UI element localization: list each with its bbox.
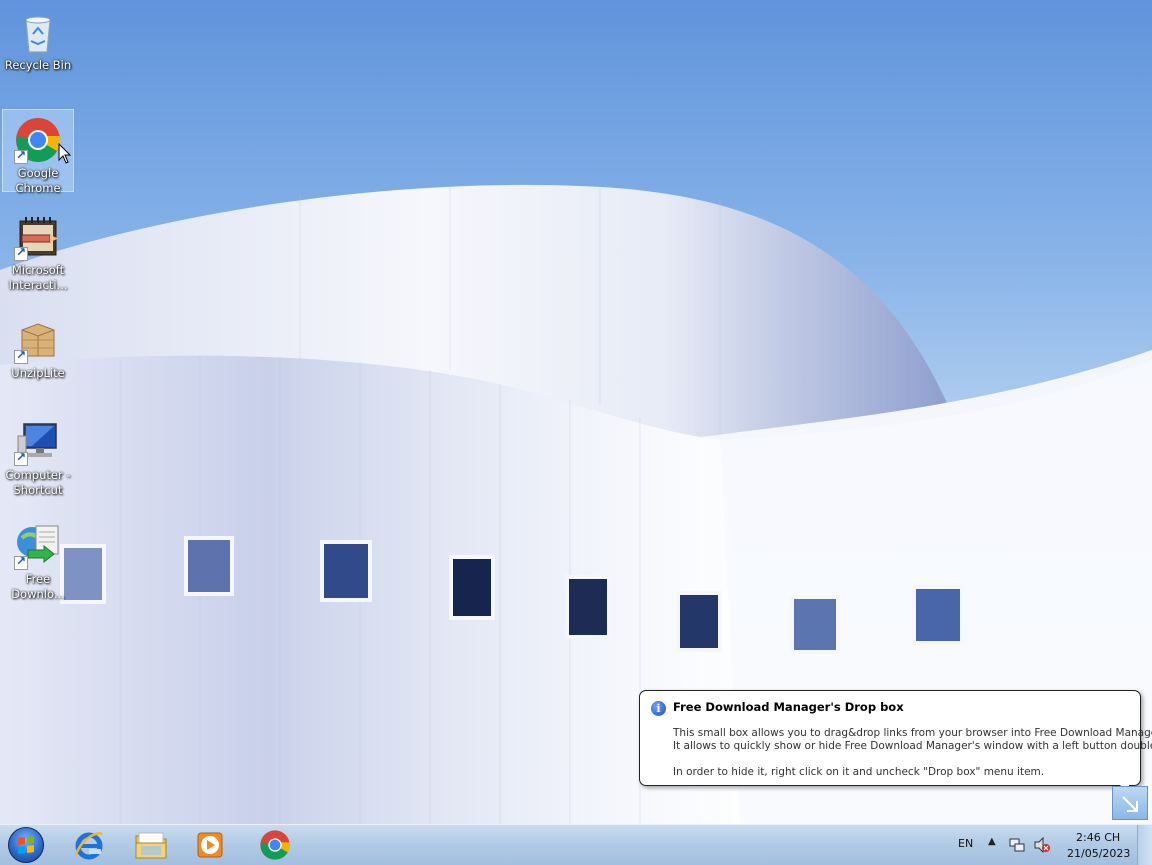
shortcut-arrow-icon <box>14 450 28 466</box>
microsoft-interactive-icon-item[interactable]: Microsoft Interacti... <box>2 207 74 293</box>
drop-box-widget[interactable] <box>1112 786 1148 820</box>
notification-line-3: In order to hide it, right click on it a… <box>673 766 1045 778</box>
unziplite-icon-item[interactable]: UnzipLite <box>2 310 74 381</box>
shortcut-arrow-icon <box>14 554 28 570</box>
folder-icon <box>135 832 167 859</box>
drop-box-arrow-icon <box>1122 796 1138 812</box>
computer-shortcut-icon-item[interactable]: Computer - Shortcut <box>2 412 74 498</box>
recycle-bin-icon <box>14 8 62 56</box>
computer-icon <box>14 418 62 466</box>
notification-line-1: This small box allows you to drag&drop l… <box>673 727 1152 739</box>
shortcut-arrow-icon <box>14 348 28 364</box>
media-player-icon <box>197 832 223 858</box>
computer-shortcut-label: Computer - Shortcut <box>5 468 71 497</box>
notification-line-2: It allows to quickly show or hide Free D… <box>673 740 1152 752</box>
mouse-cursor-icon <box>58 143 72 164</box>
info-icon: i <box>651 701 666 716</box>
google-chrome-label: Google Chrome <box>15 166 61 195</box>
chrome-icon <box>260 830 290 860</box>
box-icon <box>14 316 62 364</box>
recycle-bin-icon-item[interactable]: Recycle Bin <box>2 2 74 73</box>
clock-time[interactable]: 2:46 CH <box>1076 831 1120 844</box>
start-button[interactable] <box>2 827 50 863</box>
recycle-bin-label: Recycle Bin <box>4 58 72 72</box>
system-tray: EN ▲ 2:46 CH 21/05/2023 <box>940 825 1152 865</box>
shortcut-arrow-icon <box>14 245 28 261</box>
taskbar-google-chrome[interactable] <box>248 827 302 863</box>
microsoft-interactive-label: Microsoft Interacti... <box>8 263 68 292</box>
windows-logo-icon <box>8 827 44 863</box>
free-download-manager-label: Free Downlo... <box>11 572 65 601</box>
download-manager-icon <box>14 522 62 570</box>
notebook-icon <box>14 213 62 261</box>
speaker-muted-icon[interactable] <box>1033 837 1051 853</box>
language-indicator[interactable]: EN <box>958 837 973 850</box>
free-download-manager-icon-item[interactable]: Free Downlo... <box>2 516 74 602</box>
drop-box-notification[interactable]: i Free Download Manager's Drop box This … <box>639 690 1152 786</box>
desktop[interactable]: Recycle Bin Google Chrome <box>0 0 1152 824</box>
clock-date[interactable]: 21/05/2023 <box>1067 847 1130 860</box>
taskbar-internet-explorer[interactable] <box>62 827 116 863</box>
internet-explorer-icon <box>74 832 103 860</box>
taskbar-windows-explorer[interactable] <box>124 827 178 863</box>
network-icon[interactable] <box>1009 837 1025 853</box>
close-icon[interactable] <box>1119 696 1133 710</box>
taskbar: EN ▲ 2:46 CH 21/05/2023 <box>0 824 1152 865</box>
taskbar-media-player[interactable] <box>183 827 237 863</box>
show-desktop-button[interactable] <box>1137 825 1152 865</box>
unziplite-label: UnzipLite <box>11 366 65 380</box>
chrome-icon <box>14 116 62 164</box>
notification-title: Free Download Manager's Drop box <box>673 700 904 714</box>
shortcut-arrow-icon <box>14 148 28 164</box>
show-hidden-icons-chevron-icon[interactable]: ▲ <box>988 836 996 847</box>
